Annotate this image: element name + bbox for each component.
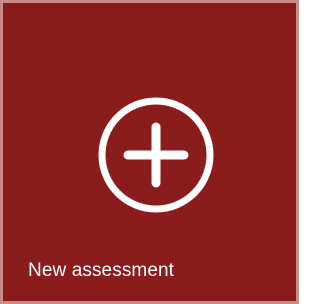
new-assessment-tile[interactable]: New assessment <box>0 0 299 304</box>
tile-label: New assessment <box>28 260 175 281</box>
plus-circle-icon <box>98 97 214 213</box>
